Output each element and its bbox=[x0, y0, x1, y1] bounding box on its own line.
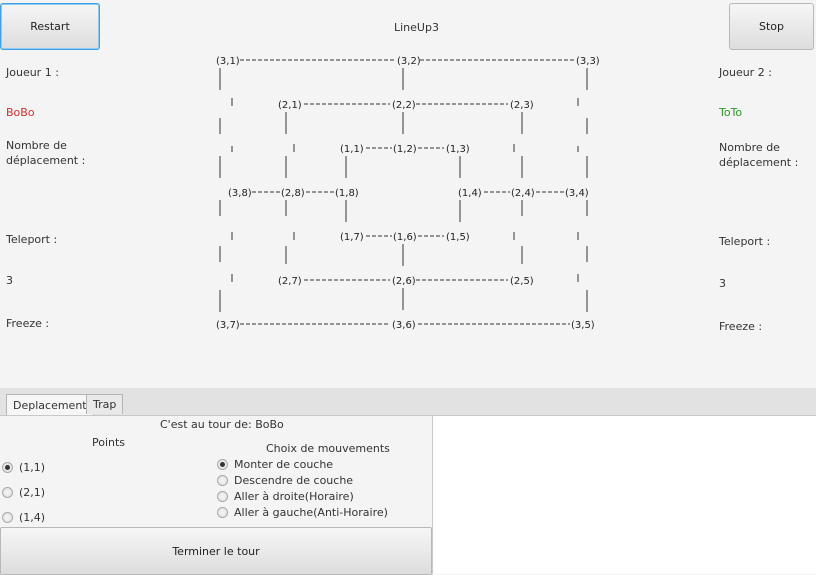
info-area bbox=[432, 415, 816, 574]
deplacement-panel: C'est au tour de: BoBo Points Choix de m… bbox=[0, 415, 432, 575]
point-option-1-4[interactable]: (1,4) bbox=[2, 511, 45, 524]
point-option-2-1[interactable]: (2,1) bbox=[2, 486, 45, 499]
board-node-n16: (1,6) bbox=[393, 232, 417, 243]
radio-icon bbox=[217, 475, 228, 486]
move-option-gauche[interactable]: Aller à gauche(Anti-Horaire) bbox=[217, 506, 388, 519]
tab-trap-label: Trap bbox=[93, 398, 117, 411]
game-board: (3,1) (3,2) (3,3) (2,1) (2,2) (2,3) (1,1) (1,2)… bbox=[216, 56, 600, 331]
board-node-n21: (2,1) bbox=[278, 100, 302, 111]
board-node-n12: (1,2) bbox=[393, 144, 417, 155]
tab-deplacement-label: Deplacement bbox=[13, 398, 87, 412]
point-option-label: (2,1) bbox=[19, 486, 46, 499]
board-node-n25: (2,5) bbox=[510, 276, 534, 287]
board-node-n36: (3,6) bbox=[392, 320, 416, 331]
board-node-n22: (2,2) bbox=[392, 100, 416, 111]
tab-deplacement[interactable]: Deplacement bbox=[6, 394, 94, 415]
radio-icon bbox=[217, 491, 228, 502]
tab-trap[interactable]: Trap bbox=[86, 394, 124, 414]
board-node-n23: (2,3) bbox=[510, 100, 534, 111]
move-option-label: Monter de couche bbox=[234, 458, 334, 471]
board-node-n26: (2,6) bbox=[392, 276, 416, 287]
end-turn-button[interactable]: Terminer le tour bbox=[0, 527, 432, 575]
radio-icon bbox=[217, 507, 228, 518]
point-option-label: (1,1) bbox=[19, 461, 46, 474]
radio-icon bbox=[2, 512, 13, 523]
move-option-monter[interactable]: Monter de couche bbox=[217, 458, 333, 471]
board-node-n13: (1,3) bbox=[446, 144, 470, 155]
board-node-n38: (3,8) bbox=[228, 188, 252, 199]
board-node-n33: (3,3) bbox=[576, 56, 600, 67]
end-turn-button-label: Terminer le tour bbox=[172, 544, 260, 558]
board-node-n27: (2,7) bbox=[278, 276, 302, 287]
point-option-1-1[interactable]: (1,1) bbox=[2, 461, 45, 474]
board-node-n17: (1,7) bbox=[340, 232, 364, 243]
move-option-label: Aller à gauche(Anti-Horaire) bbox=[234, 506, 388, 519]
board-node-n35: (3,5) bbox=[571, 320, 595, 331]
move-option-label: Aller à droite(Horaire) bbox=[234, 490, 354, 503]
board-node-n14: (1,4) bbox=[458, 188, 482, 199]
board-node-n18: (1,8) bbox=[335, 188, 359, 199]
board-node-n31: (3,1) bbox=[216, 56, 240, 67]
control-area: Deplacement Trap C'est au tour de: BoBo … bbox=[0, 388, 816, 575]
board-node-n11: (1,1) bbox=[340, 144, 364, 155]
board-node-n28: (2,8) bbox=[281, 188, 305, 199]
move-option-label: Descendre de couche bbox=[234, 474, 354, 487]
board-node-n34: (3,4) bbox=[565, 188, 589, 199]
board-node-n37: (3,7) bbox=[216, 320, 240, 331]
moves-header: Choix de mouvements bbox=[266, 442, 390, 455]
radio-selected-icon bbox=[217, 459, 228, 470]
board-node-n24: (2,4) bbox=[511, 188, 535, 199]
board-node-n15: (1,5) bbox=[446, 232, 470, 243]
turn-indicator: C'est au tour de: BoBo bbox=[160, 418, 284, 431]
move-option-droite[interactable]: Aller à droite(Horaire) bbox=[217, 490, 354, 503]
points-header: Points bbox=[92, 436, 126, 449]
radio-selected-icon bbox=[2, 462, 13, 473]
point-option-label: (1,4) bbox=[19, 511, 46, 524]
board-node-n32: (3,2) bbox=[397, 56, 421, 67]
move-option-descendre[interactable]: Descendre de couche bbox=[217, 474, 353, 487]
radio-icon bbox=[2, 487, 13, 498]
